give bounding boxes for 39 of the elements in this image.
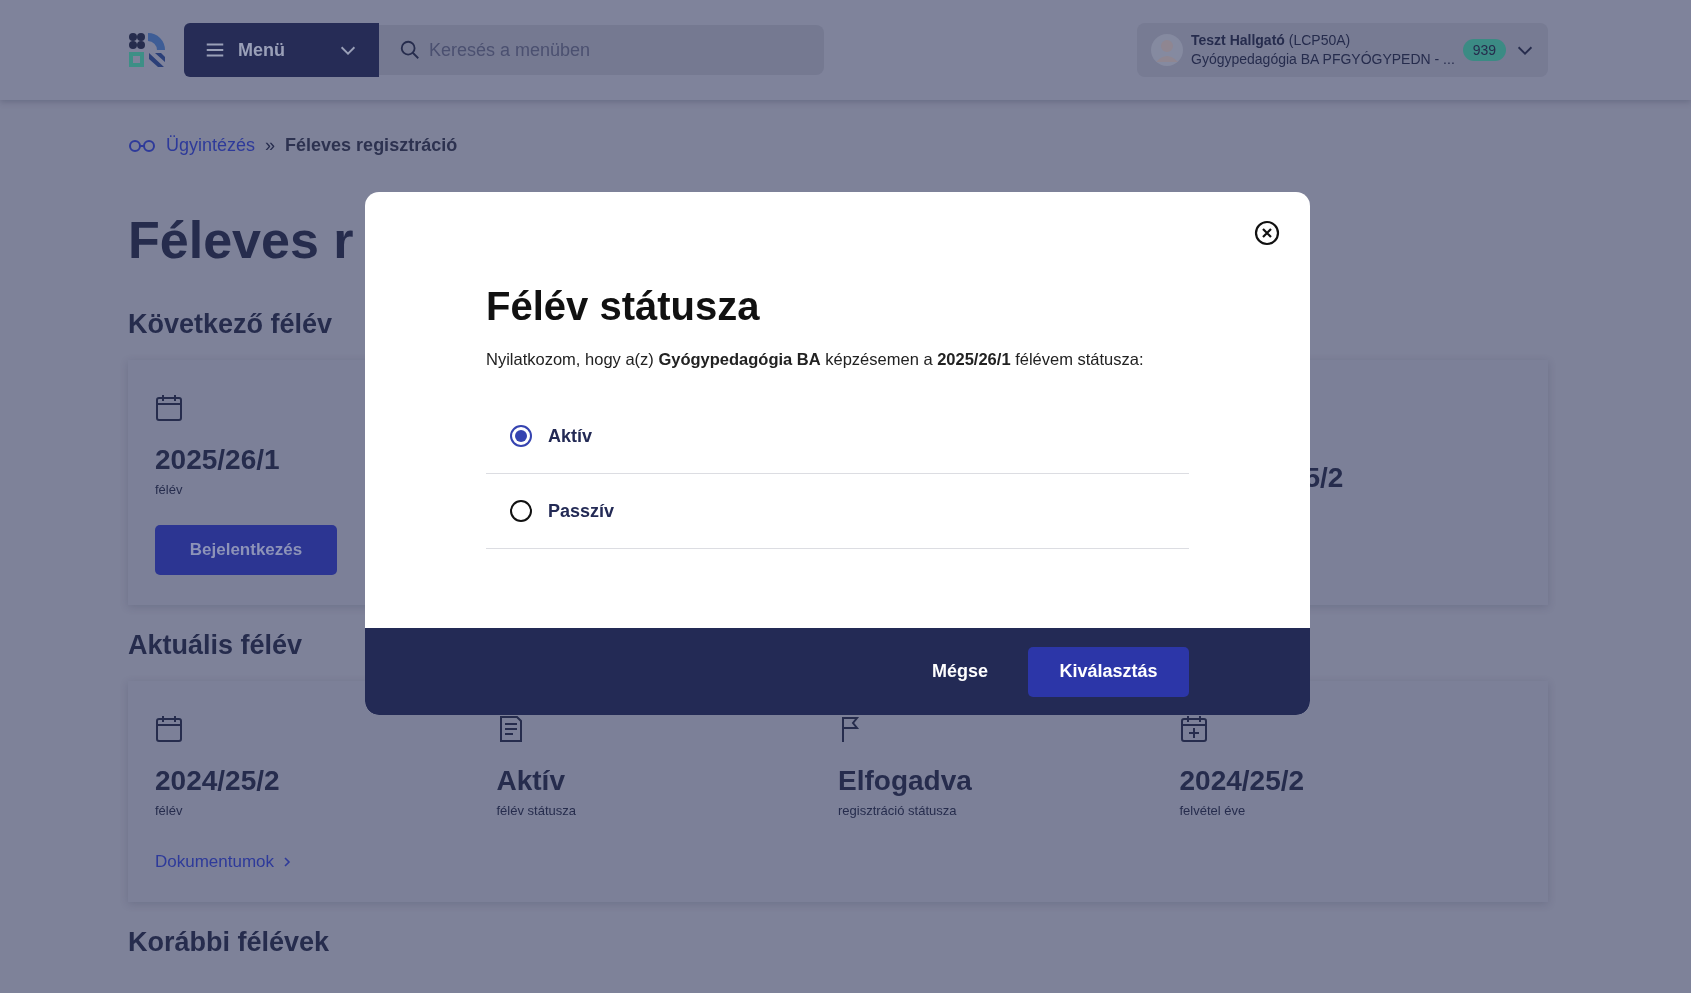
breadcrumb-separator: » [265, 134, 276, 156]
dialog-text: Nyilatkozom, hogy a(z) Gyógypedagógia BA képzésemen a 2025/26/1 félévem státusza: [486, 350, 1145, 369]
chevron-right-icon [282, 855, 293, 869]
logo-icon [128, 32, 166, 68]
item-label: regisztráció státusza [838, 803, 958, 818]
register-button[interactable]: Bejelentkezés [155, 525, 337, 575]
user-name: Teszt Hallgató (LCP50A) [1191, 31, 1352, 50]
user-menu[interactable]: Teszt Hallgató (LCP50A) Gyógypedagógia BA PFGYÓGYPEDN - ... 939 [1137, 23, 1548, 77]
count-badge: 939 [1462, 39, 1507, 61]
cancel-button[interactable]: Mégse [917, 646, 1002, 697]
avatar-icon [1151, 34, 1183, 66]
item-value: Aktív [496, 764, 566, 798]
item-label: felvétel éve [1179, 803, 1247, 818]
user-program: Gyógypedagógia BA PFGYÓGYPEDN - ... [1191, 50, 1455, 69]
item-label: félév státusza [496, 803, 577, 818]
breadcrumb-current: Féleves regisztráció [285, 134, 458, 156]
menu-button[interactable]: Menü [184, 23, 379, 77]
radio-option[interactable]: Passzív [486, 474, 1189, 549]
select-button[interactable]: Kiválasztás [1028, 646, 1189, 697]
item-label: félév [155, 482, 184, 497]
section-title: Következő félév [128, 308, 333, 341]
dialog-title: Félév státusza [486, 283, 761, 330]
item-value: 2024/25/2 [1179, 764, 1306, 798]
item-value: 2024/25/2 [155, 764, 281, 798]
close-icon [1254, 220, 1280, 246]
radio-option[interactable]: Aktív [486, 399, 1189, 474]
calendar-icon [155, 394, 183, 422]
item-value: 2025/26/1 [155, 443, 281, 477]
radio-button[interactable] [510, 500, 532, 522]
search-icon [399, 39, 421, 61]
item-label: félév [155, 803, 184, 818]
close-button[interactable] [1254, 219, 1282, 247]
item-value: Elfogadva [838, 764, 973, 798]
radio-button[interactable] [510, 425, 532, 447]
calendar-icon [155, 715, 183, 743]
glasses-icon [128, 138, 156, 152]
section-title: Korábbi félévek [128, 926, 330, 959]
section-title: Aktuális félév [128, 629, 303, 662]
page-title: Féleves r [128, 210, 354, 270]
